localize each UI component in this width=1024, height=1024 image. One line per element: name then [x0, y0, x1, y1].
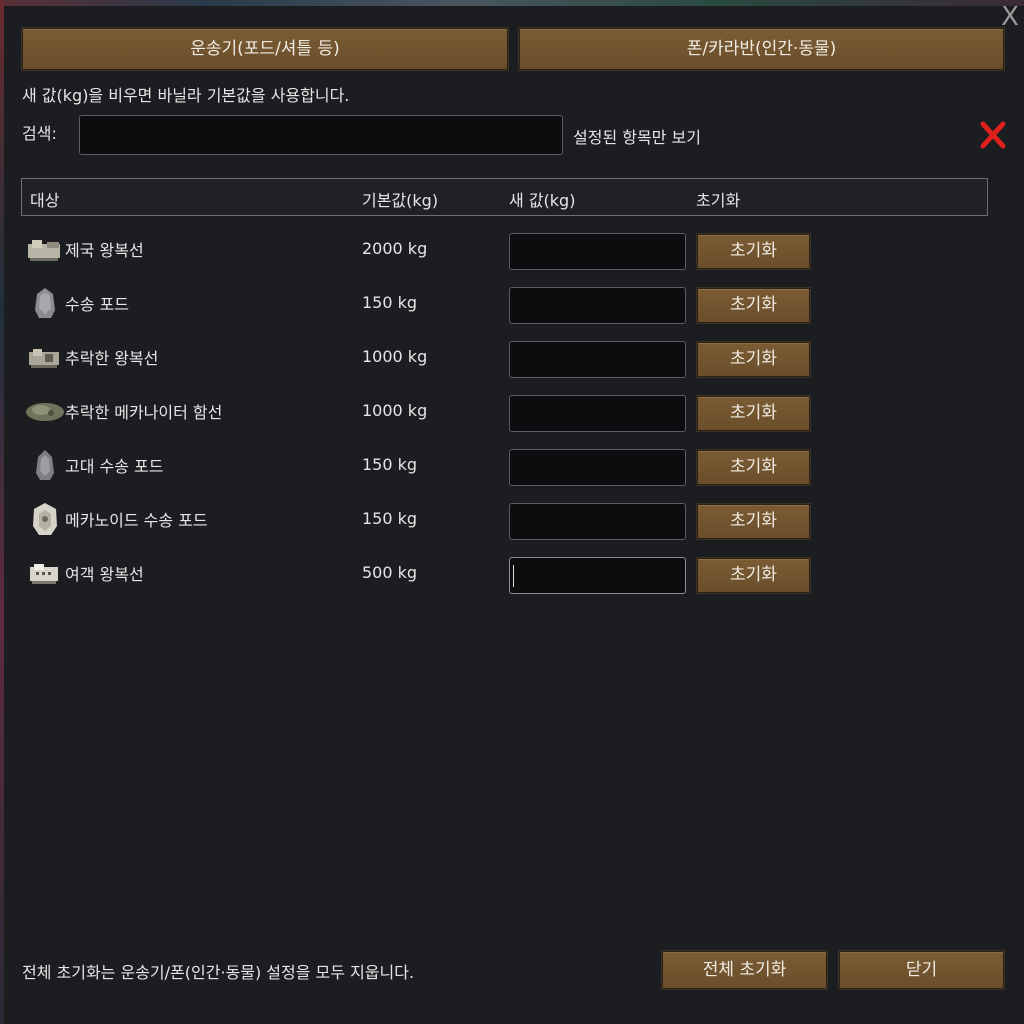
- ancient-transport-pod-icon: [36, 450, 54, 480]
- column-header-new-value: 새 값(kg): [509, 191, 576, 210]
- row-default-value: 150 kg: [362, 509, 418, 528]
- row-name: 제국 왕복선: [65, 241, 144, 260]
- crashed-shuttle-icon: [29, 349, 59, 368]
- passenger-shuttle-icon: [30, 564, 58, 584]
- close-window-icon[interactable]: X: [998, 4, 1022, 30]
- new-value-input[interactable]: [509, 503, 686, 540]
- row-default-value: 150 kg: [362, 293, 418, 312]
- tab-pawns-caravan[interactable]: 폰/카라반(인간·동물): [519, 28, 1004, 70]
- table-row: 추락한 왕복선 1000 kg 초기화: [21, 332, 988, 386]
- row-name: 추락한 메카나이터 함선: [65, 403, 223, 422]
- reset-all-button[interactable]: 전체 초기화: [662, 951, 827, 989]
- new-value-input[interactable]: [509, 341, 686, 378]
- table-row: 메카노이드 수송 포드 150 kg 초기화: [21, 494, 988, 548]
- row-default-value: 500 kg: [362, 563, 418, 582]
- filter-configured-label[interactable]: 설정된 항목만 보기: [573, 124, 701, 148]
- transport-pod-icon: [35, 288, 55, 318]
- row-name: 여객 왕복선: [65, 565, 144, 584]
- new-value-input[interactable]: [509, 233, 686, 270]
- table-row: 제국 왕복선 2000 kg 초기화: [21, 224, 988, 278]
- reset-button[interactable]: 초기화: [697, 450, 810, 485]
- mechanoid-transport-pod-icon: [33, 503, 57, 535]
- table-row: 추락한 메카나이터 함선 1000 kg 초기화: [21, 386, 988, 440]
- new-value-input[interactable]: [509, 449, 686, 486]
- reset-button[interactable]: 초기화: [697, 342, 810, 377]
- reset-button[interactable]: 초기화: [697, 558, 810, 593]
- reset-button[interactable]: 초기화: [697, 288, 810, 323]
- row-default-value: 1000 kg: [362, 401, 428, 420]
- red-x-icon[interactable]: [978, 118, 1008, 152]
- new-value-input[interactable]: [509, 557, 686, 594]
- hint-text: 새 값(kg)을 비우면 바닐라 기본값을 사용합니다.: [22, 86, 350, 105]
- close-button[interactable]: 닫기: [839, 951, 1004, 989]
- row-name: 수송 포드: [65, 295, 129, 314]
- row-name: 메카노이드 수송 포드: [65, 511, 208, 530]
- search-input[interactable]: [79, 115, 563, 155]
- table-header: 대상 기본값(kg) 새 값(kg) 초기화: [21, 178, 988, 216]
- column-header-reset: 초기화: [696, 191, 741, 210]
- text-cursor: [513, 565, 514, 587]
- footer-note: 전체 초기화는 운송기/폰(인간·동물) 설정을 모두 지웁니다.: [22, 963, 415, 982]
- new-value-input[interactable]: [509, 395, 686, 432]
- reset-button[interactable]: 초기화: [697, 234, 810, 269]
- table-row: 여객 왕복선 500 kg 초기화: [21, 548, 988, 602]
- row-default-value: 2000 kg: [362, 239, 428, 258]
- table-row: 고대 수송 포드 150 kg 초기화: [21, 440, 988, 494]
- column-header-default: 기본값(kg): [362, 191, 439, 210]
- column-header-target: 대상: [30, 191, 60, 210]
- table-row: 수송 포드 150 kg 초기화: [21, 278, 988, 332]
- row-default-value: 1000 kg: [362, 347, 428, 366]
- imperial-shuttle-icon: [28, 240, 60, 261]
- tab-transporters[interactable]: 운송기(포드/셔틀 등): [22, 28, 508, 70]
- reset-button[interactable]: 초기화: [697, 396, 810, 431]
- row-default-value: 150 kg: [362, 455, 418, 474]
- new-value-input[interactable]: [509, 287, 686, 324]
- crashed-mechanitor-ship-icon: [26, 403, 64, 421]
- search-label: 검색:: [22, 124, 57, 143]
- row-name: 추락한 왕복선: [65, 349, 159, 368]
- reset-button[interactable]: 초기화: [697, 504, 810, 539]
- row-name: 고대 수송 포드: [65, 457, 164, 476]
